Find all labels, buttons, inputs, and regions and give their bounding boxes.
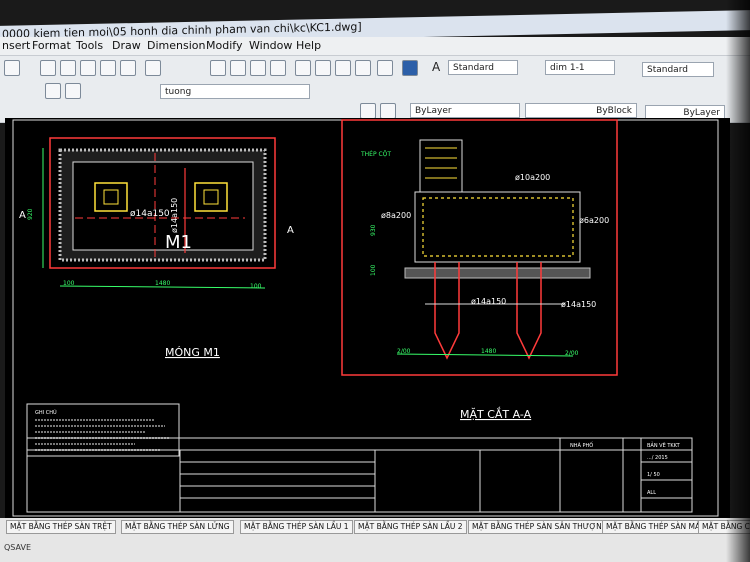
- section-rebar-left: ø8a200: [381, 211, 411, 220]
- footing-dim-right: 100: [250, 283, 262, 290]
- make-current-icon[interactable]: [360, 103, 376, 119]
- tab-mat-bang-lau-1[interactable]: MẶT BẰNG THÉP SÀN LẦU 1: [240, 520, 353, 534]
- copy-icon[interactable]: [60, 60, 76, 76]
- menu-tools[interactable]: Tools: [76, 39, 103, 52]
- section-dim-right: 2/00: [565, 350, 579, 357]
- tool-palette-icon[interactable]: [335, 60, 351, 76]
- calculator-icon[interactable]: [377, 60, 393, 76]
- layout-tabs-bar: MẶT BẰNG THÉP SÀN TRỆT MẶT BẰNG THÉP SÀN…: [0, 518, 750, 562]
- menu-format[interactable]: Format: [32, 39, 71, 52]
- notes-box: GHI CHÚ: [26, 403, 180, 457]
- section-rebar-top: ø10a200: [515, 173, 550, 182]
- menu-bar: nsert Format Tools Draw Dimension Modify…: [0, 37, 750, 56]
- undo-icon[interactable]: [145, 60, 161, 76]
- section-marker-a-left: A: [19, 210, 26, 221]
- table-style-select[interactable]: Standard: [642, 62, 714, 77]
- tab-mat-bang-san-thuong[interactable]: MẶT BẰNG THÉP SÀN SÂN THƯỢNG: [468, 520, 612, 534]
- footing-dim-height: 920: [27, 208, 34, 220]
- section-rebar-pile-right: ø14a150: [561, 300, 596, 309]
- zoom-window-icon[interactable]: [250, 60, 266, 76]
- stamp-scale: 1/ 50: [647, 472, 660, 478]
- linetype-select[interactable]: ByBlock: [525, 103, 637, 118]
- pan-icon[interactable]: [210, 60, 226, 76]
- tab-mat-bang-mai[interactable]: MẶT BẰNG THÉP SÀN MÁI: [602, 520, 707, 534]
- zoom-realtime-icon[interactable]: [230, 60, 246, 76]
- section-aa: THÉP CỘT ø10a200 ø8a200 ø6a200 ø14a150 ø…: [341, 119, 618, 421]
- layer-select[interactable]: tuong: [160, 84, 310, 99]
- section-dim-width: 1480: [481, 348, 496, 355]
- section-rebar-right: ø6a200: [579, 216, 609, 225]
- match-properties-icon[interactable]: [100, 60, 116, 76]
- footing-m1-label: M1: [165, 232, 192, 253]
- section-dim-h2: 100: [370, 264, 377, 276]
- layer-manager-icon[interactable]: [45, 83, 61, 99]
- sheet-set-icon[interactable]: [355, 60, 371, 76]
- footing-title: MÓNG M1: [165, 346, 220, 359]
- drawing-svg: ø14a150 ø14a150 M1 A A 920 1480 100 100 …: [12, 119, 719, 517]
- drawing-canvas[interactable]: ø14a150 ø14a150 M1 A A 920 1480 100 100 …: [5, 118, 730, 518]
- menu-draw[interactable]: Draw: [112, 39, 141, 52]
- menu-dimension[interactable]: Dimension: [147, 39, 205, 52]
- stamp-title: BẢN VẼ TKKT: [647, 441, 681, 449]
- layer-previous-icon[interactable]: [380, 103, 396, 119]
- stamp-owner: NHÀ PHỐ: [570, 441, 593, 449]
- footing-dim-left: 100: [63, 280, 75, 287]
- text-style-select[interactable]: Standard: [448, 60, 518, 75]
- section-dim-left: 2/00: [397, 348, 411, 355]
- layer-state-icon[interactable]: [65, 83, 81, 99]
- stamp-date: .../ 2015: [647, 455, 668, 461]
- section-steel-label: THÉP CỘT: [360, 150, 391, 158]
- tab-mat-bang-san-tret[interactable]: MẶT BẰNG THÉP SÀN TRỆT: [6, 520, 116, 534]
- paste-icon[interactable]: [80, 60, 96, 76]
- zoom-previous-icon[interactable]: [270, 60, 286, 76]
- standard-toolbar: A Standard dim 1-1 Standard: [0, 56, 750, 81]
- menu-insert[interactable]: nsert: [2, 39, 30, 52]
- design-center-icon[interactable]: [315, 60, 331, 76]
- footing-rebar-main: ø14a150: [130, 209, 170, 219]
- help-icon[interactable]: [402, 60, 418, 76]
- command-line[interactable]: QSAVE: [4, 543, 31, 552]
- footing-rebar-vertical: ø14a150: [170, 198, 179, 233]
- menu-help[interactable]: Help: [296, 39, 321, 52]
- section-dim-h1: 930: [370, 224, 377, 236]
- section-title: MẶT CẮT A-A: [460, 407, 532, 421]
- properties-icon[interactable]: [295, 60, 311, 76]
- text-style-icon: A: [432, 60, 441, 74]
- photo-edge-shadow: [726, 0, 750, 562]
- footing-dim-width: 1480: [155, 280, 170, 287]
- notes-title: GHI CHÚ: [35, 409, 57, 416]
- footing-plan: ø14a150 ø14a150 M1 A A 920 1480 100 100 …: [19, 137, 294, 359]
- menu-modify[interactable]: Modify: [206, 39, 242, 52]
- menu-window[interactable]: Window: [249, 39, 292, 52]
- dim-style-select[interactable]: dim 1-1: [545, 60, 615, 75]
- new-icon[interactable]: [4, 60, 20, 76]
- cut-icon[interactable]: [40, 60, 56, 76]
- tab-mat-bang-lau-2[interactable]: MẶT BẰNG THÉP SÀN LẦU 2: [354, 520, 467, 534]
- section-marker-a-right: A: [287, 225, 294, 236]
- tab-mat-bang-san-lung[interactable]: MẶT BẰNG THÉP SÀN LỬNG: [121, 520, 234, 534]
- brush-icon[interactable]: [120, 60, 136, 76]
- section-rebar-pile-left: ø14a150: [471, 297, 506, 306]
- color-select[interactable]: ByLayer: [410, 103, 520, 118]
- stamp-all: ALL: [647, 490, 656, 496]
